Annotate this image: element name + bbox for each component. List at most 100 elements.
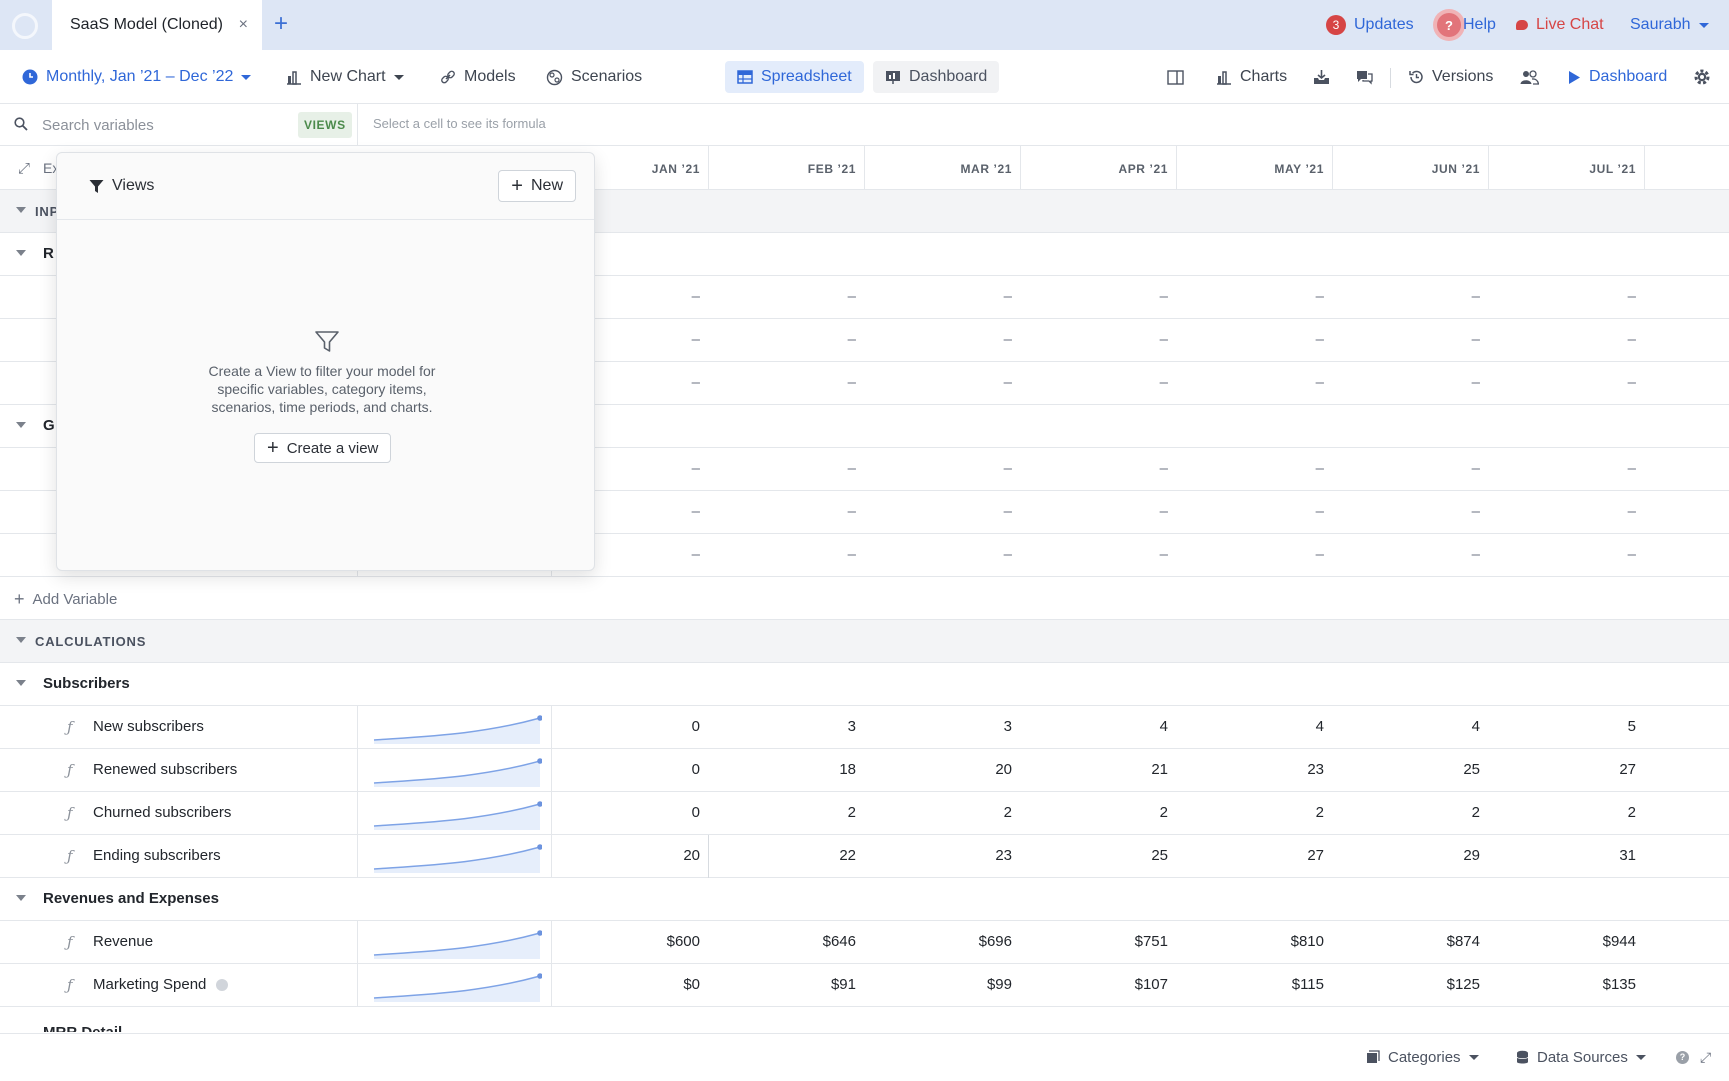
value-cell[interactable]: – xyxy=(872,546,1012,563)
categories-button[interactable]: Categories xyxy=(1366,1034,1479,1080)
new-chart-button[interactable]: New Chart xyxy=(286,50,404,104)
value-cell[interactable]: – xyxy=(716,503,856,520)
share-users-button[interactable] xyxy=(1520,50,1539,104)
value-cell[interactable]: 27 xyxy=(1496,761,1636,778)
month-header[interactable]: APR ’21 xyxy=(1028,162,1168,176)
versions-button[interactable]: Versions xyxy=(1408,50,1493,104)
value-cell[interactable]: 2 xyxy=(1028,804,1168,821)
value-cell[interactable]: 25 xyxy=(1028,847,1168,864)
collapse-triangle-icon[interactable] xyxy=(16,250,26,256)
value-cell[interactable]: – xyxy=(1496,331,1636,348)
value-cell[interactable]: $646 xyxy=(716,933,856,950)
month-header[interactable]: MAR ’21 xyxy=(872,162,1012,176)
value-cell[interactable]: 3 xyxy=(872,718,1012,735)
app-logo-icon[interactable] xyxy=(12,13,38,39)
collapse-triangle-icon[interactable] xyxy=(16,680,26,686)
month-header[interactable]: JUN ’21 xyxy=(1340,162,1480,176)
collapse-triangle-icon[interactable] xyxy=(16,895,26,901)
value-cell[interactable]: 0 xyxy=(560,718,700,735)
models-button[interactable]: Models xyxy=(440,50,516,104)
collapse-triangle-icon[interactable] xyxy=(16,207,26,213)
value-cell[interactable]: 4 xyxy=(1340,718,1480,735)
views-button[interactable]: VIEWS xyxy=(298,112,352,138)
value-cell[interactable]: – xyxy=(1028,288,1168,305)
value-cell[interactable]: 31 xyxy=(1496,847,1636,864)
add-variable-button[interactable]: + Add Variable xyxy=(14,589,117,610)
value-cell[interactable]: – xyxy=(1184,503,1324,520)
value-cell[interactable]: – xyxy=(1184,331,1324,348)
variable-name-cell[interactable]: ƒ Churned subscribers xyxy=(0,792,358,835)
value-cell[interactable]: – xyxy=(716,288,856,305)
value-cell[interactable]: 23 xyxy=(1184,761,1324,778)
value-cell[interactable]: – xyxy=(872,331,1012,348)
value-cell[interactable]: 4 xyxy=(1028,718,1168,735)
value-cell[interactable]: – xyxy=(716,374,856,391)
value-cell[interactable]: – xyxy=(716,460,856,477)
value-cell[interactable]: 21 xyxy=(1028,761,1168,778)
value-cell[interactable]: – xyxy=(1340,460,1480,477)
value-cell[interactable]: – xyxy=(1184,546,1324,563)
value-cell[interactable]: 2 xyxy=(1340,804,1480,821)
value-cell[interactable]: – xyxy=(1028,331,1168,348)
table-row[interactable]: ƒ New subscribers 0 3 3 4 4 4 5 xyxy=(0,706,1729,749)
value-cell[interactable]: 20 xyxy=(560,847,700,864)
updates-button[interactable]: 3 Updates xyxy=(1326,0,1414,50)
user-menu[interactable]: Saurabh xyxy=(1630,0,1709,50)
new-tab-plus-icon[interactable]: + xyxy=(274,12,288,36)
add-variable-row[interactable]: + Add Variable xyxy=(0,577,1729,620)
value-cell[interactable]: – xyxy=(716,546,856,563)
value-cell[interactable]: 22 xyxy=(716,847,856,864)
value-cell[interactable]: 4 xyxy=(1184,718,1324,735)
value-cell[interactable]: 0 xyxy=(560,804,700,821)
table-row[interactable]: ƒ Renewed subscribers 0 18 20 21 23 25 27 xyxy=(0,749,1729,792)
value-cell[interactable]: $944 xyxy=(1496,933,1636,950)
toggle-panel-button[interactable] xyxy=(1167,50,1184,104)
create-view-button[interactable]: + Create a view xyxy=(254,433,392,463)
info-icon[interactable] xyxy=(216,979,229,992)
section-row-calculations[interactable]: CALCULATIONS xyxy=(0,620,1729,663)
value-cell[interactable]: – xyxy=(1340,331,1480,348)
collapse-triangle-icon[interactable] xyxy=(16,422,26,428)
value-cell[interactable]: – xyxy=(1496,374,1636,391)
group-row-revenues[interactable]: Revenues and Expenses xyxy=(0,878,1729,921)
month-header[interactable]: FEB ’21 xyxy=(716,162,856,176)
value-cell[interactable]: 25 xyxy=(1340,761,1480,778)
value-cell[interactable]: $135 xyxy=(1496,976,1636,993)
value-cell[interactable]: – xyxy=(1496,546,1636,563)
new-view-button[interactable]: + New xyxy=(498,170,576,202)
table-row[interactable]: ƒ Ending subscribers 20 22 23 25 27 29 31 xyxy=(0,835,1729,878)
value-cell[interactable]: – xyxy=(1028,460,1168,477)
value-cell[interactable]: 27 xyxy=(1184,847,1324,864)
value-cell[interactable]: – xyxy=(1340,503,1480,520)
value-cell[interactable]: – xyxy=(716,331,856,348)
value-cell[interactable]: – xyxy=(872,503,1012,520)
charts-button[interactable]: Charts xyxy=(1216,50,1287,104)
month-header[interactable]: JUL ’21 xyxy=(1496,162,1636,176)
tab-spreadsheet[interactable]: Spreadsheet xyxy=(725,61,864,93)
value-cell[interactable]: – xyxy=(872,460,1012,477)
value-cell[interactable]: – xyxy=(1028,503,1168,520)
value-cell[interactable]: 2 xyxy=(1184,804,1324,821)
help-button[interactable]: ? Help xyxy=(1437,0,1496,50)
value-cell[interactable]: – xyxy=(1496,460,1636,477)
value-cell[interactable]: – xyxy=(1496,288,1636,305)
value-cell[interactable]: $115 xyxy=(1184,976,1324,993)
month-header[interactable]: MAY ’21 xyxy=(1184,162,1324,176)
settings-button[interactable] xyxy=(1693,50,1711,104)
value-cell[interactable]: 29 xyxy=(1340,847,1480,864)
value-cell[interactable]: 3 xyxy=(716,718,856,735)
value-cell[interactable]: 2 xyxy=(716,804,856,821)
value-cell[interactable]: – xyxy=(1340,374,1480,391)
value-cell[interactable]: $696 xyxy=(872,933,1012,950)
value-cell[interactable]: – xyxy=(872,374,1012,391)
table-row[interactable]: ƒ Churned subscribers 0 2 2 2 2 2 2 xyxy=(0,792,1729,835)
value-cell[interactable]: – xyxy=(1184,288,1324,305)
live-chat-button[interactable]: Live Chat xyxy=(1516,0,1604,50)
date-range-selector[interactable]: Monthly, Jan ’21 – Dec ’22 xyxy=(22,50,252,104)
value-cell[interactable]: 2 xyxy=(1496,804,1636,821)
value-cell[interactable]: $99 xyxy=(872,976,1012,993)
value-cell[interactable]: 18 xyxy=(716,761,856,778)
close-tab-icon[interactable]: × xyxy=(239,16,248,34)
data-sources-button[interactable]: Data Sources xyxy=(1516,1034,1646,1080)
value-cell[interactable]: 0 xyxy=(560,761,700,778)
